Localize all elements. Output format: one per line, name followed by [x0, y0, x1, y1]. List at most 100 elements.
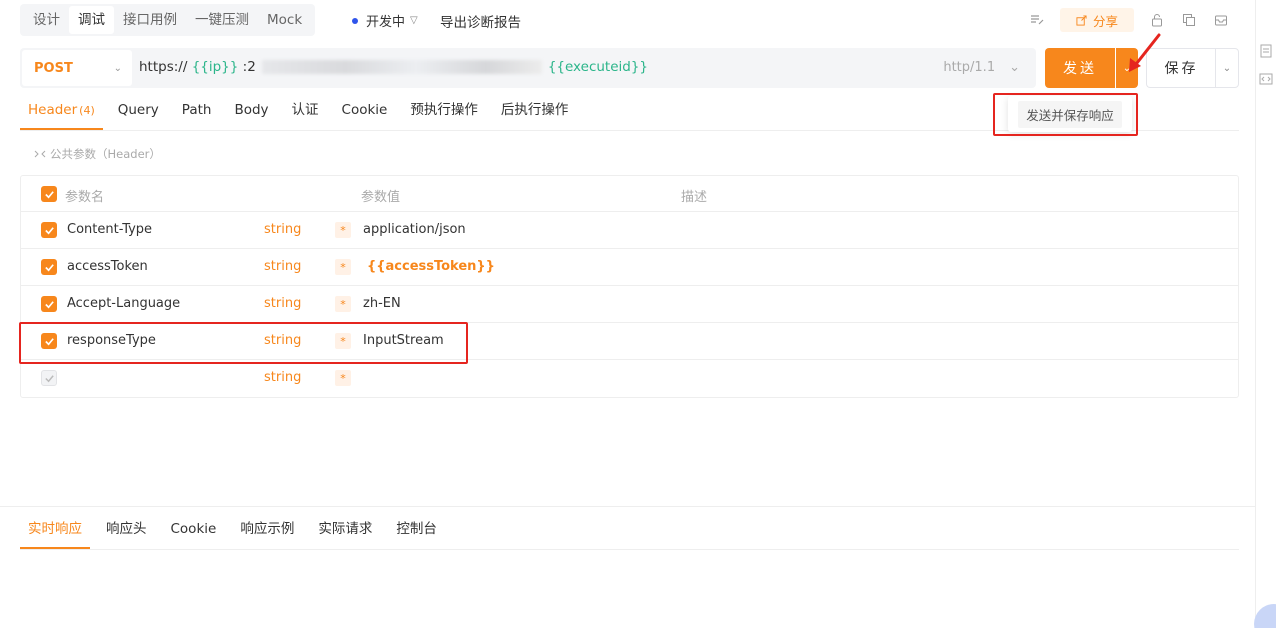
chevron-down-icon: ▽: [410, 15, 418, 26]
required-marker[interactable]: *: [335, 259, 351, 275]
row-checkbox[interactable]: [41, 333, 57, 349]
check-icon: [44, 226, 54, 234]
check-icon: [44, 337, 54, 345]
tab-response-cookie[interactable]: Cookie: [163, 512, 225, 549]
tab-pre-script[interactable]: 预执行操作: [402, 96, 486, 130]
tab-design[interactable]: 设计: [24, 6, 69, 34]
check-icon: [44, 263, 54, 271]
public-params-label: 公共参数（Header）: [50, 147, 161, 161]
row-checkbox[interactable]: [41, 222, 57, 238]
tab-load-test[interactable]: 一键压测: [186, 6, 258, 34]
column-header-name: 参数名: [65, 190, 105, 205]
table-row: responseType string * InputStream: [21, 323, 1238, 360]
param-type[interactable]: string: [264, 259, 301, 274]
edit-note-icon[interactable]: [1024, 8, 1050, 32]
tab-cookie[interactable]: Cookie: [334, 96, 396, 130]
param-value[interactable]: zh-EN: [363, 296, 401, 311]
environment-selector[interactable]: 开发中 ▽: [352, 11, 418, 30]
required-marker[interactable]: *: [335, 370, 351, 386]
param-type[interactable]: string: [264, 370, 301, 385]
method-label: POST: [34, 60, 73, 76]
tab-actual-request[interactable]: 实际请求: [310, 512, 380, 549]
share-icon: [1076, 14, 1087, 26]
url-bar: POST ⌄ https:// {{ip}} :2 {{executeid}} …: [20, 48, 1036, 88]
table-row-empty: string *: [21, 360, 1238, 397]
code-icon[interactable]: [1259, 72, 1273, 86]
right-sidebar: [1255, 0, 1276, 628]
select-all-checkbox[interactable]: [41, 186, 57, 202]
required-marker[interactable]: *: [335, 222, 351, 238]
share-label: 分享: [1092, 13, 1118, 29]
param-type[interactable]: string: [264, 222, 301, 237]
url-input[interactable]: https:// {{ip}} :2 {{executeid}}: [139, 59, 648, 75]
check-icon: [44, 374, 54, 382]
check-icon: [44, 190, 54, 198]
tab-query[interactable]: Query: [110, 96, 167, 130]
share-button[interactable]: 分享: [1059, 8, 1134, 32]
environment-dot-icon: [352, 17, 358, 24]
param-name[interactable]: Accept-Language: [67, 296, 180, 311]
column-header-value: 参数值: [361, 190, 401, 205]
param-value[interactable]: InputStream: [363, 333, 444, 348]
chevron-down-icon: ⌄: [1222, 62, 1232, 74]
tab-test-cases[interactable]: 接口用例: [114, 6, 186, 34]
send-menu: 发送并保存响应: [1008, 96, 1132, 132]
protocol-label: http/1.1: [943, 60, 996, 75]
row-checkbox[interactable]: [41, 370, 57, 386]
check-icon: [44, 300, 54, 308]
row-checkbox[interactable]: [41, 259, 57, 275]
expand-arrows-icon: [34, 150, 46, 158]
top-bar: 设计 调试 接口用例 一键压测 Mock 开发中 ▽ 导出诊断报告 分享: [0, 0, 1256, 40]
tab-console[interactable]: 控制台: [388, 512, 445, 549]
tab-debug[interactable]: 调试: [69, 6, 114, 34]
tab-mock[interactable]: Mock: [258, 6, 311, 34]
tab-path[interactable]: Path: [174, 96, 220, 130]
table-row: accessToken string * {{accessToken}}: [21, 249, 1238, 286]
required-marker[interactable]: *: [335, 296, 351, 312]
param-type[interactable]: string: [264, 333, 301, 348]
tab-auth[interactable]: 认证: [284, 96, 327, 130]
param-type[interactable]: string: [264, 296, 301, 311]
url-port: :2: [242, 59, 256, 75]
response-tabs: 实时响应 响应头 Cookie 响应示例 实际请求 控制台: [20, 512, 1239, 550]
environment-label: 开发中: [366, 15, 406, 30]
copy-icon[interactable]: [1176, 8, 1202, 32]
param-name[interactable]: responseType: [67, 333, 156, 348]
url-variable-ip: {{ip}}: [191, 59, 239, 75]
tab-response-examples[interactable]: 响应示例: [232, 512, 302, 549]
export-report-link[interactable]: 导出诊断报告: [440, 11, 521, 31]
tab-header[interactable]: Header (4): [20, 96, 103, 130]
tab-live-response[interactable]: 实时响应: [20, 512, 90, 549]
save-dropdown-toggle[interactable]: ⌄: [1215, 48, 1239, 88]
url-prefix: https://: [139, 59, 188, 75]
tab-post-script[interactable]: 后执行操作: [493, 96, 577, 130]
table-row: Content-Type string * application/json: [21, 212, 1238, 249]
param-name[interactable]: accessToken: [67, 259, 148, 274]
archive-icon[interactable]: [1208, 8, 1234, 32]
method-select[interactable]: POST ⌄: [22, 50, 132, 86]
param-value[interactable]: {{accessToken}}: [367, 259, 495, 274]
document-icon[interactable]: [1259, 44, 1273, 58]
url-variable-executeid: {{executeid}}: [547, 59, 649, 75]
top-toolbar-icons: 分享: [1024, 8, 1234, 32]
public-params-toggle[interactable]: 公共参数（Header）: [34, 146, 161, 162]
tab-header-count: (4): [79, 104, 95, 117]
protocol-select[interactable]: http/1.1 ⌄: [943, 60, 1020, 75]
tab-response-headers[interactable]: 响应头: [98, 512, 155, 549]
chevron-down-icon: ⌄: [113, 62, 122, 74]
send-button[interactable]: 发送: [1045, 48, 1115, 88]
header-params-table: 参数名 参数值 描述 Content-Type string * applica…: [20, 175, 1239, 398]
row-checkbox[interactable]: [41, 296, 57, 312]
annotation-arrow-icon: [1129, 33, 1161, 72]
tab-body[interactable]: Body: [226, 96, 276, 130]
lock-icon[interactable]: [1144, 8, 1170, 32]
chevron-down-icon: ⌄: [1009, 60, 1020, 75]
param-name[interactable]: Content-Type: [67, 222, 152, 237]
response-divider[interactable]: [0, 506, 1255, 507]
mode-tabs: 设计 调试 接口用例 一键压测 Mock: [20, 4, 316, 36]
table-row: Accept-Language string * zh-EN: [21, 286, 1238, 323]
send-and-save-option[interactable]: 发送并保存响应: [1018, 100, 1122, 128]
required-marker[interactable]: *: [335, 333, 351, 349]
tab-header-label: Header: [28, 102, 78, 118]
param-value[interactable]: application/json: [363, 222, 466, 237]
